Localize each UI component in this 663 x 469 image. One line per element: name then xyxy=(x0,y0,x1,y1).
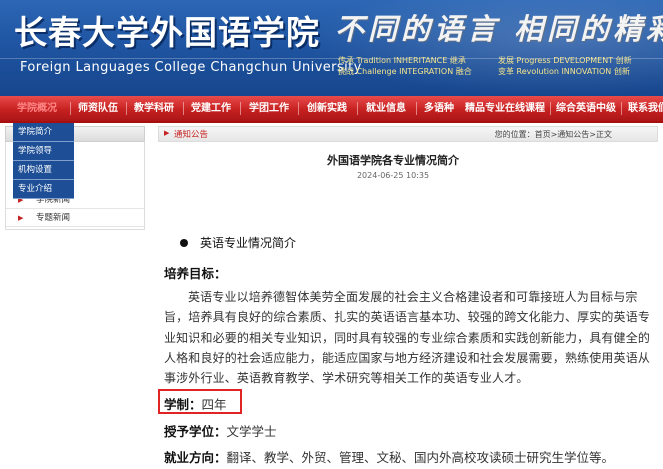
duration-value: 四年 xyxy=(201,397,227,412)
nav-divider xyxy=(183,102,184,115)
breadcrumb-category-link[interactable]: 通知公告 xyxy=(557,130,589,139)
nav-item-teaching[interactable]: 教学科研 xyxy=(134,96,174,121)
career-value: 翻译、教学、外贸、管理、文秘、国内外高校攻读硕士研究生学位等。 xyxy=(226,450,615,465)
duration-row: 学制：四年 xyxy=(164,394,227,413)
nav-divider xyxy=(621,102,622,115)
degree-value: 文学学士 xyxy=(226,424,277,439)
goal-paragraph: 英语专业以培养德智体美劳全面发展的社会主义合格建设者和可靠接班人为目标与宗旨，培… xyxy=(164,290,651,386)
article-title: 外国语学院各专业情况简介 xyxy=(327,154,459,167)
nav-item-party[interactable]: 党建工作 xyxy=(191,96,231,121)
dropdown-item-majors[interactable]: 专业介绍 xyxy=(13,180,74,199)
about-dropdown-menu: 学院简介 学院领导 机构设置 专业介绍 xyxy=(13,123,74,199)
breadcrumb: 您的位置：首页>通知公告>正文 xyxy=(495,129,612,140)
nav-item-employment[interactable]: 就业信息 xyxy=(366,96,406,121)
nav-item-faculty[interactable]: 师资队伍 xyxy=(78,96,118,121)
college-english-name: Foreign Languages College Changchun Univ… xyxy=(20,60,362,75)
degree-row: 授予学位：文学学士 xyxy=(164,421,277,440)
main-nav: 学院概况 师资队伍 教学科研 党建工作 学团工作 创新实践 就业信息 多语种 精… xyxy=(0,96,663,123)
arrow-right-icon: ▶ xyxy=(18,214,24,222)
breadcrumb-home-link[interactable]: 首页 xyxy=(535,130,551,139)
section-heading: 英语专业情况简介 xyxy=(180,234,296,251)
nav-item-english-course[interactable]: 综合英语中级 xyxy=(556,96,616,121)
nav-divider xyxy=(70,102,71,115)
dropdown-item-intro[interactable]: 学院简介 xyxy=(13,123,74,142)
dropdown-item-leaders[interactable]: 学院领导 xyxy=(13,142,74,161)
value-text: 传承 Tradition INHERITANCE 继承 xyxy=(338,56,466,65)
college-logo-title[interactable]: 长春大学外国语学院 xyxy=(14,6,320,54)
nav-divider xyxy=(357,102,358,115)
nav-item-online-courses[interactable]: 精品专业在线课程 xyxy=(465,96,545,121)
nav-item-languages[interactable]: 多语种 xyxy=(424,96,454,121)
nav-item-innovation[interactable]: 创新实践 xyxy=(307,96,347,121)
arrow-right-icon: ▶ xyxy=(164,129,170,137)
sidebar-item-label: 专题新闻 xyxy=(36,213,71,223)
nav-divider xyxy=(298,102,299,115)
value-text: 变革 Revolution INNOVATION 创新 xyxy=(498,67,630,76)
breadcrumb-separator: > xyxy=(589,130,596,139)
dropdown-item-structure[interactable]: 机构设置 xyxy=(13,161,74,180)
article-date: 2024-06-25 10:35 xyxy=(356,171,430,180)
nav-item-about[interactable]: 学院概况 xyxy=(17,96,57,121)
breadcrumb-current: 正文 xyxy=(596,130,612,139)
value-text: 挑战 Challenge INTEGRATION 融合 xyxy=(338,67,472,76)
duration-label: 学制： xyxy=(164,397,202,412)
nav-divider xyxy=(416,102,417,115)
nav-divider xyxy=(240,102,241,115)
section-title: 通知公告 xyxy=(174,130,209,140)
sidebar-item-special-news[interactable]: ▶ 专题新闻 xyxy=(6,210,144,227)
main-content: ▶ 通知公告 您的位置：首页>通知公告>正文 外国语学院各专业情况简介 2024… xyxy=(158,126,658,469)
career-row: 就业方向：翻译、教学、外贸、管理、文秘、国内外高校攻读硕士研究生学位等。 xyxy=(164,447,614,466)
college-slogan: 不同的语言 相同的精彩 xyxy=(335,12,663,46)
section-heading-text: 英语专业情况简介 xyxy=(200,236,297,250)
nav-divider xyxy=(550,102,551,115)
nav-item-contact[interactable]: 联系我们 xyxy=(628,96,663,121)
goal-heading: 培养目标： xyxy=(164,266,227,281)
degree-label: 授予学位： xyxy=(164,424,227,439)
nav-divider xyxy=(126,102,127,115)
breadcrumb-prefix: 您的位置： xyxy=(494,130,535,139)
site-banner: 长春大学外国语学院 Foreign Languages College Chan… xyxy=(0,0,663,96)
career-label: 就业方向： xyxy=(164,450,227,465)
value-text: 发展 Progress DEVELOPMENT 创新 xyxy=(498,56,632,65)
nav-item-student[interactable]: 学团工作 xyxy=(249,96,289,121)
breadcrumb-bar: ▶ 通知公告 您的位置：首页>通知公告>正文 xyxy=(158,126,658,142)
bullet-icon xyxy=(180,238,188,247)
